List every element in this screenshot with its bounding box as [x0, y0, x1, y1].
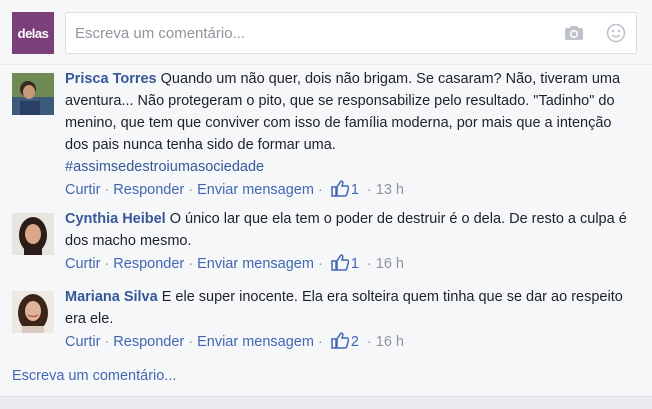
avatar[interactable] — [12, 291, 54, 333]
send-message-button[interactable]: Enviar mensagem — [197, 256, 314, 272]
comment-author[interactable]: Mariana Silva — [65, 289, 158, 305]
comment-author[interactable]: Cynthia Heibel — [65, 211, 166, 227]
emoji-icon[interactable] — [606, 23, 626, 43]
comment-actions: Curtir · Responder · Enviar mensagem · 1 · 16 … — [65, 253, 635, 278]
comment-time[interactable]: 16 h — [376, 256, 404, 272]
thumbs-up-icon — [331, 180, 350, 204]
camera-icon[interactable] — [564, 25, 584, 41]
comment-time[interactable]: 13 h — [376, 182, 404, 198]
brand-avatar: delas — [12, 12, 54, 54]
like-count[interactable]: 2 — [331, 332, 363, 350]
comment-actions: Curtir · Responder · Enviar mensagem · 1 · 13 … — [65, 179, 635, 204]
divider — [0, 64, 652, 65]
comment-input-placeholder: Escreva um comentário... — [75, 25, 246, 42]
like-button[interactable]: Curtir — [65, 334, 100, 350]
reply-button[interactable]: Responder — [113, 334, 184, 350]
like-button[interactable]: Curtir — [65, 256, 100, 272]
send-message-button[interactable]: Enviar mensagem — [197, 334, 314, 350]
avatar[interactable] — [12, 73, 54, 115]
reply-button[interactable]: Responder — [113, 256, 184, 272]
brand-logo-text: delas — [17, 25, 49, 41]
thumbs-up-icon — [331, 332, 350, 356]
footer-bar — [0, 396, 652, 409]
like-count[interactable]: 1 — [331, 254, 363, 272]
reply-button[interactable]: Responder — [113, 182, 184, 198]
avatar[interactable] — [12, 213, 54, 255]
thumbs-up-icon — [331, 254, 350, 278]
write-comment-link[interactable]: Escreva um comentário... — [12, 368, 176, 384]
hashtag-link[interactable]: #assimsedestroiumasociedade — [65, 159, 264, 175]
comment-text-block: Cynthia Heibel O único lar que ela tem o… — [65, 208, 635, 252]
comment-composer: delas Escreva um comentário... — [12, 12, 637, 54]
comment-time[interactable]: 16 h — [376, 334, 404, 350]
send-message-button[interactable]: Enviar mensagem — [197, 182, 314, 198]
comment-text-block: Mariana Silva E ele super inocente. Ela … — [65, 286, 635, 330]
comment-text-block: Prisca Torres Quando um não quer, dois n… — [65, 68, 635, 178]
like-count[interactable]: 1 — [331, 180, 363, 198]
comment-actions: Curtir · Responder · Enviar mensagem · 2 · 16 … — [65, 331, 635, 356]
like-button[interactable]: Curtir — [65, 182, 100, 198]
comment-input[interactable]: Escreva um comentário... — [65, 12, 637, 54]
comment-author[interactable]: Prisca Torres — [65, 71, 157, 87]
